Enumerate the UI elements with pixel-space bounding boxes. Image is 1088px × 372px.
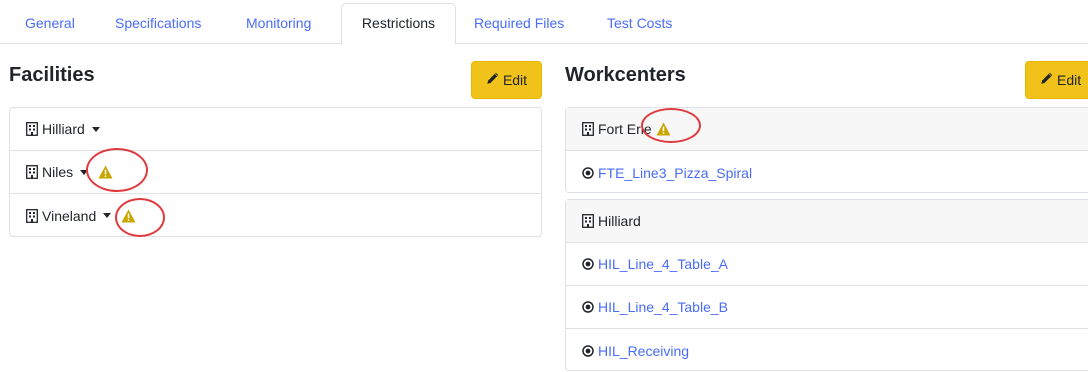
workcenter-item: HIL_Line_4_Table_B [566,286,1088,329]
tab-required-files[interactable]: Required Files [474,3,564,44]
workcenter-group-label: Hilliard [598,213,641,229]
tab-bar: General Specifications Monitoring Restri… [0,0,1088,45]
dot-circle-icon [582,258,594,270]
tab-general[interactable]: General [25,3,75,44]
chevron-down-icon[interactable] [103,213,112,218]
warning-icon [121,208,136,223]
chevron-down-icon[interactable] [80,169,89,175]
facility-label: Hilliard [42,121,85,137]
workcenter-item: HIL_Line_4_Table_A [566,243,1088,286]
building-icon [26,122,38,136]
facilities-edit-label: Edit [502,72,528,88]
workcenter-item: FTE_Line3_Pizza_Spiral [566,151,1088,194]
dot-circle-icon [582,344,594,357]
facility-row-hilliard: Hilliard [10,108,541,151]
workcenters-edit-button[interactable]: Edit [1025,61,1088,99]
facilities-title: Facilities [9,64,95,86]
workcenters-edit-label: Edit [1057,72,1082,88]
warning-icon [656,122,671,136]
facilities-list: Hilliard Niles Vineland [9,107,542,237]
workcenter-group-hilliard: Hilliard HIL_Line_4_Table_A HIL_Line_4_T… [565,199,1088,371]
tab-monitoring[interactable]: Monitoring [246,3,311,44]
tab-restrictions[interactable]: Restrictions [341,3,456,45]
workcenter-group-label: Fort Erie [598,121,652,137]
facilities-edit-button[interactable]: Edit [471,61,542,99]
workcenter-group-header: Fort Erie [566,108,1088,151]
workcenters-title: Workcenters [565,64,686,86]
facility-row-niles: Niles [10,151,541,194]
dot-circle-icon [582,166,594,179]
pencil-icon [1040,72,1053,88]
building-icon [582,214,594,228]
tab-test-costs[interactable]: Test Costs [607,3,672,44]
facility-label: Vineland [42,207,97,224]
tab-specifications[interactable]: Specifications [115,3,201,44]
workcenter-group-header: Hilliard [566,200,1088,243]
dot-circle-icon [582,301,594,313]
building-icon [26,208,38,223]
workcenter-link[interactable]: HIL_Line_4_Table_B [598,299,728,315]
workcenter-group-fort-erie: Fort Erie FTE_Line3_Pizza_Spiral [565,107,1088,193]
building-icon [26,165,38,179]
facility-row-vineland: Vineland [10,194,541,237]
workcenter-link[interactable]: FTE_Line3_Pizza_Spiral [598,165,752,181]
workcenter-item: HIL_Receiving [566,329,1088,372]
workcenter-link[interactable]: HIL_Line_4_Table_A [598,256,728,272]
workcenter-link[interactable]: HIL_Receiving [598,343,689,359]
building-icon [582,122,594,136]
pencil-icon [486,72,499,88]
chevron-down-icon[interactable] [91,126,100,132]
warning-icon [98,165,113,179]
facility-label: Niles [42,164,74,180]
